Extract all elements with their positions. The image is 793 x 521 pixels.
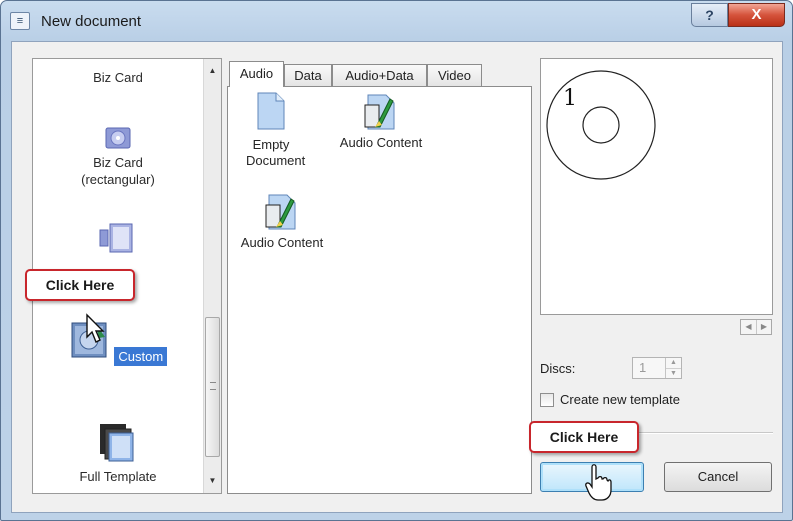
tab-audio-data[interactable]: Audio+Data (332, 64, 427, 86)
mouse-cursor-left-icon (86, 313, 105, 343)
template-label-selected: Custom (114, 347, 168, 366)
click-here-callout-left: Click Here (25, 269, 135, 301)
template-banner[interactable] (48, 221, 188, 261)
tab-data[interactable]: Data (284, 64, 332, 86)
doc-label: Audio Content (240, 235, 324, 250)
cancel-button[interactable]: Cancel (664, 462, 772, 492)
discs-spin-buttons[interactable]: ▲ ▼ (665, 358, 681, 378)
title-bar: ≡ New document ? X (1, 1, 792, 41)
discs-stepper[interactable]: 1 ▲ ▼ (632, 357, 682, 379)
template-label: Biz Card (rectangular) (81, 155, 155, 187)
discs-value: 1 (639, 360, 647, 375)
template-label: Full Template (79, 469, 157, 484)
preview-pager[interactable]: ◀ ▶ (740, 319, 772, 335)
scroll-up-arrow-icon[interactable]: ▲ (205, 63, 220, 79)
disc-number: 1 (563, 86, 577, 111)
template-list-scrollbar[interactable]: ▲ ▼ (203, 59, 221, 493)
click-here-callout-right: Click Here (529, 421, 639, 453)
tab-video[interactable]: Video (427, 64, 482, 86)
scroll-thumb[interactable] (205, 317, 220, 457)
biz-card-rect-icon (105, 127, 131, 149)
template-biz-card[interactable]: Biz Card (48, 69, 188, 86)
discs-label: Discs: (540, 361, 576, 376)
template-custom[interactable]: Custom (48, 319, 188, 366)
doc-audio-content[interactable]: Audio Content (328, 91, 434, 151)
template-label: Biz Card (93, 70, 143, 85)
doc-label: Audio Content (339, 135, 423, 150)
help-button[interactable]: ? (691, 3, 728, 27)
next-page-icon[interactable]: ▶ (756, 320, 771, 334)
full-template-icon (100, 424, 134, 462)
banner-template-icon (99, 223, 133, 253)
disc-preview: 1 (540, 58, 773, 315)
new-document-dialog: ≡ New document ? X Biz Card Biz Card (re… (0, 0, 793, 521)
scroll-grip-icon (210, 382, 216, 390)
disc-preview-graphic: 1 (546, 70, 656, 180)
window-title: New document (41, 13, 142, 30)
document-type-panel: Empty Document Audio Content Audio Conte… (227, 86, 532, 494)
create-template-checkbox[interactable] (540, 393, 554, 407)
hand-cursor-icon (585, 464, 612, 501)
template-full-template[interactable]: Full Template (48, 421, 188, 485)
doc-empty-document[interactable]: Empty Document (238, 91, 306, 169)
blank-document-icon (257, 92, 285, 130)
prev-page-icon[interactable]: ◀ (741, 320, 756, 334)
spin-down-icon[interactable]: ▼ (666, 368, 681, 378)
template-biz-card-rectangular[interactable]: Biz Card (rectangular) (48, 125, 188, 188)
audio-content-icon (265, 194, 296, 230)
doc-audio-content-2[interactable]: Audio Content (232, 191, 332, 251)
tab-audio[interactable]: Audio (229, 61, 284, 87)
app-icon: ≡ (10, 12, 30, 30)
close-button[interactable]: X (728, 3, 785, 27)
create-template-label: Create new template (560, 392, 680, 407)
audio-content-icon (364, 94, 395, 130)
doc-label: Empty Document (246, 137, 306, 168)
scroll-down-arrow-icon[interactable]: ▼ (205, 473, 220, 489)
spin-up-icon[interactable]: ▲ (666, 358, 681, 368)
